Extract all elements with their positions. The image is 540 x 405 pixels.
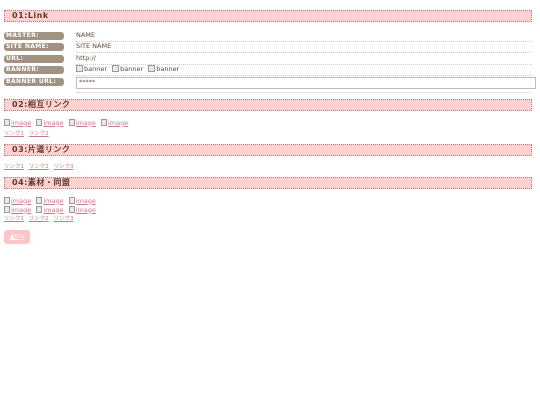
info-row-url: URL: http:// <box>4 53 536 65</box>
info-row-site-name: SITE NAME: SITE NAME <box>4 42 536 54</box>
banner-image: banner <box>148 64 179 75</box>
section-header-mutual: 02:相互リンク <box>4 98 532 111</box>
oneway-link-2[interactable]: リンク2 <box>29 164 49 170</box>
section-header-oneway: 03:片道リンク <box>4 143 532 156</box>
oneway-link-1[interactable]: リンク1 <box>4 164 24 170</box>
mutual-link-1[interactable]: リンク1 <box>4 131 24 137</box>
broken-image-icon <box>112 65 120 73</box>
material-link-2[interactable]: リンク2 <box>29 216 49 222</box>
mutual-image-link[interactable]: image <box>4 118 31 127</box>
info-row-banner: BANNER: banner banner banner <box>4 65 536 77</box>
oneway-link-3[interactable]: リンク3 <box>54 164 74 170</box>
banner-url-textarea[interactable]: ***** <box>76 76 536 89</box>
mutual-image-row: image image image image <box>4 118 536 128</box>
back-to-top-button[interactable]: ▲top <box>4 229 30 244</box>
master-value: NAME <box>76 30 532 42</box>
material-text-links: リンク1 リンク2 リンク3 <box>4 215 536 223</box>
mutual-image-link[interactable]: image <box>100 118 128 127</box>
material-link-1[interactable]: リンク1 <box>4 216 24 222</box>
url-value: http:// <box>76 53 532 65</box>
material-image-row-1: image image image <box>4 196 536 206</box>
broken-image-icon <box>76 65 83 73</box>
mutual-image-link[interactable]: image <box>68 118 96 127</box>
broken-image-icon <box>68 196 75 204</box>
material-image-link[interactable]: image <box>36 196 64 205</box>
site-name-value: SITE NAME <box>76 41 532 54</box>
mutual-link-2[interactable]: リンク2 <box>29 131 49 137</box>
url-label: URL: <box>4 54 64 63</box>
broken-image-icon <box>36 205 43 213</box>
section-header-material: 04:素材・同盟 <box>4 176 532 189</box>
broken-image-icon <box>100 118 107 126</box>
site-info-table: MASTER: NAME SITE NAME: SITE NAME URL: h… <box>4 30 536 93</box>
banner-images: banner banner banner <box>76 64 532 77</box>
material-image-link[interactable]: image <box>4 205 31 214</box>
material-link-3[interactable]: リンク3 <box>54 216 74 222</box>
oneway-text-links: リンク1 リンク2 リンク3 <box>4 163 536 171</box>
material-image-link[interactable]: image <box>4 196 31 205</box>
broken-image-icon <box>68 205 75 213</box>
banner-label: BANNER: <box>4 66 64 75</box>
broken-image-icon <box>36 118 43 126</box>
material-image-link[interactable]: image <box>68 205 96 214</box>
material-image-link[interactable]: image <box>36 205 64 214</box>
broken-image-icon <box>68 118 75 126</box>
broken-image-icon <box>4 205 10 213</box>
material-image-link[interactable]: image <box>68 196 96 205</box>
info-row-banner-url: BANNER URL: ***** <box>4 76 536 89</box>
material-image-row-2: image image image <box>4 205 536 215</box>
info-row-master: MASTER: NAME <box>4 30 536 42</box>
page: 01:Link MASTER: NAME SITE NAME: SITE NAM… <box>0 0 540 244</box>
site-name-label: SITE NAME: <box>4 43 64 52</box>
master-label: MASTER: <box>4 31 64 40</box>
broken-image-icon <box>4 196 10 204</box>
broken-image-icon <box>148 65 156 73</box>
mutual-image-link[interactable]: image <box>36 118 64 127</box>
mutual-text-links: リンク1 リンク2 <box>4 130 536 138</box>
broken-image-icon <box>4 118 10 126</box>
banner-image: banner <box>112 64 143 75</box>
broken-image-icon <box>36 196 43 204</box>
banner-url-label: BANNER URL: <box>4 77 64 86</box>
banner-image: banner <box>76 64 107 75</box>
section-header-link: 01:Link <box>4 10 532 22</box>
